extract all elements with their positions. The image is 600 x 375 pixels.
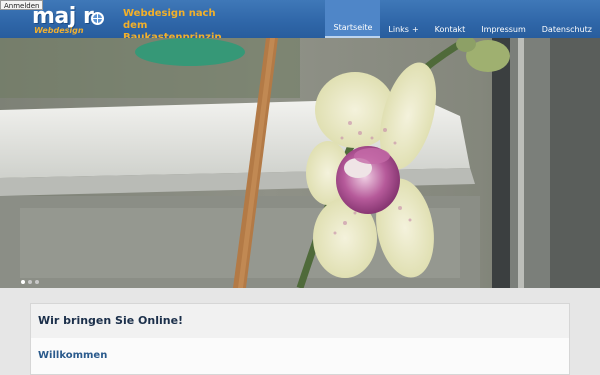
nav-item-label: Impressum bbox=[481, 25, 526, 34]
nav-item-label: Datenschutz bbox=[541, 25, 592, 34]
nav-item-startseite[interactable]: Startseite bbox=[325, 0, 381, 38]
nav-item-label: Startseite bbox=[333, 23, 373, 32]
globe-icon bbox=[91, 12, 104, 25]
slider-pagination bbox=[21, 280, 39, 284]
nav-item-kontakt[interactable]: Kontakt bbox=[427, 0, 474, 38]
hero-slider[interactable] bbox=[0, 38, 600, 288]
site-logo[interactable]: maj r Webdesign bbox=[32, 4, 116, 36]
logo-subtitle: Webdesign bbox=[34, 26, 84, 35]
page-heading: Wir bringen Sie Online! bbox=[38, 314, 184, 327]
slider-dot[interactable] bbox=[21, 280, 25, 284]
nav-item-datenschutz[interactable]: Datenschutz bbox=[534, 0, 600, 38]
nav-item-label: Kontakt bbox=[434, 25, 466, 34]
site-tagline: Webdesign nach dem Baukastenprinzip bbox=[123, 8, 222, 38]
slider-dot[interactable] bbox=[28, 280, 32, 284]
plus-icon: + bbox=[411, 25, 419, 34]
site-header: Anmelden maj r Webdesign Webdesign nach … bbox=[0, 0, 600, 38]
slider-dot[interactable] bbox=[35, 280, 39, 284]
section-heading: Willkommen bbox=[38, 350, 108, 361]
nav-item-links[interactable]: Links + bbox=[380, 0, 426, 38]
orchid-photo bbox=[0, 38, 600, 288]
nav-item-label: Links bbox=[388, 25, 409, 34]
nav-item-impressum[interactable]: Impressum bbox=[473, 0, 533, 38]
login-button[interactable]: Anmelden bbox=[0, 0, 44, 10]
content-panel: Wir bringen Sie Online! Willkommen bbox=[30, 303, 570, 375]
main-nav: Startseite Links + Kontakt Impressum Dat… bbox=[325, 0, 600, 38]
